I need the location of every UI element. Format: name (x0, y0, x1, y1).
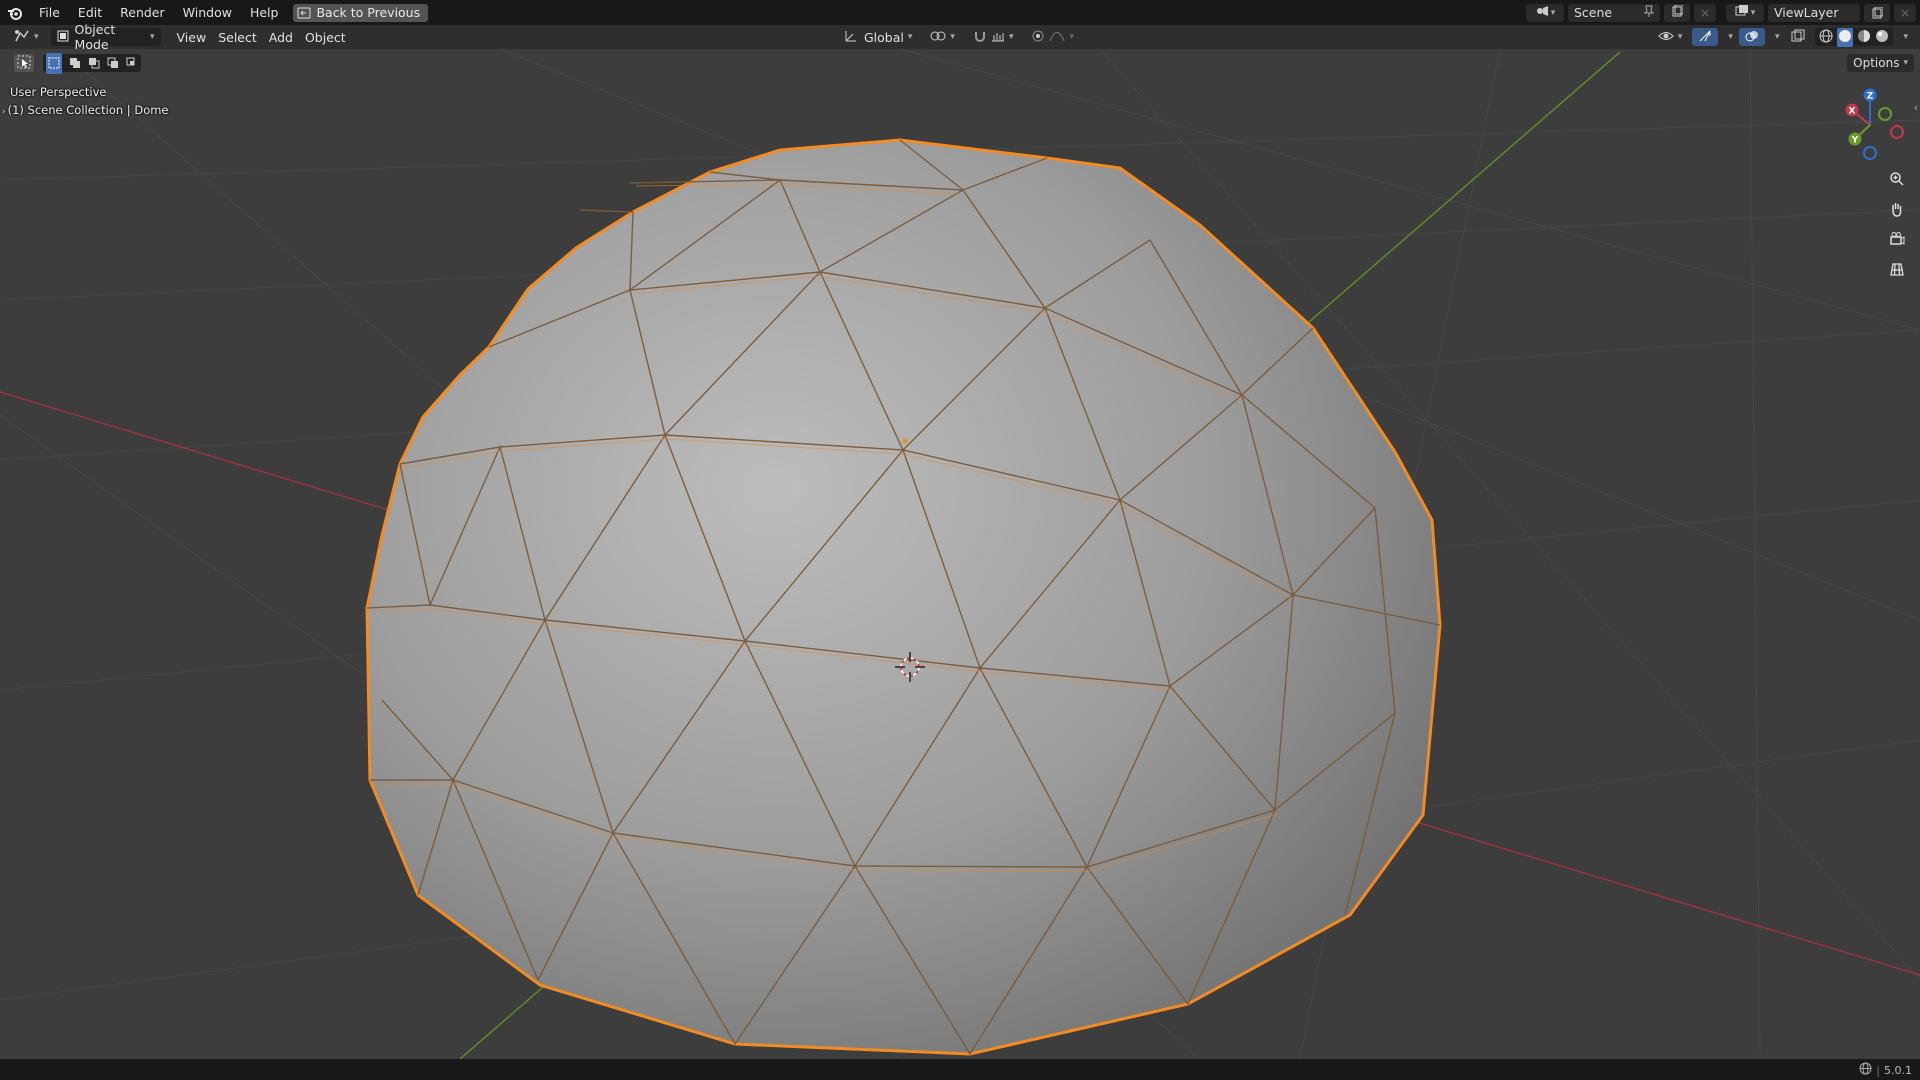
pan-button[interactable] (1885, 199, 1909, 223)
ortho-grid-icon (1889, 261, 1905, 281)
top-bar: File Edit Render Window Help Back to Pre… (0, 0, 1920, 25)
editor-type-button[interactable]: ▾ (8, 28, 45, 46)
snap-icon (973, 29, 987, 46)
shading-dropdown[interactable]: ▾ (1897, 28, 1910, 46)
back-to-previous-button[interactable]: Back to Previous (293, 3, 429, 22)
transform-orientation-icon (844, 29, 858, 46)
transform-orientation-dropdown[interactable]: Global ▾ (838, 28, 919, 46)
ortho-toggle-button[interactable] (1885, 259, 1909, 283)
3d-viewport[interactable]: User Perspective › (1) Scene Collection |… (0, 49, 1920, 1059)
new-scene-button[interactable] (1664, 3, 1690, 22)
view-layer-selector[interactable]: ▾ (1726, 3, 1764, 22)
xray-toggle[interactable] (1785, 28, 1811, 46)
gizmo-icon (1698, 29, 1712, 46)
menu-select[interactable]: Select (212, 28, 263, 46)
zoom-icon (1889, 171, 1905, 191)
solid-shading-icon[interactable] (1837, 27, 1854, 47)
proportional-edit-toggle[interactable]: ▾ (1025, 28, 1080, 46)
selection-mode-subtract-icon[interactable] (88, 54, 100, 73)
gizmo-x-label: X (1849, 107, 1856, 117)
tool-header (0, 49, 1920, 77)
delete-view-layer-button[interactable]: × (1894, 3, 1916, 22)
snap-toggle[interactable]: ▾ (967, 28, 1020, 46)
selectability-icon (1658, 29, 1674, 46)
gizmo-dropdown[interactable]: ▾ (1722, 28, 1735, 46)
menu-file[interactable]: File (30, 0, 69, 25)
overlay-toggle[interactable] (1738, 28, 1765, 46)
selection-mode-new-icon[interactable] (46, 52, 63, 74)
selection-mode-extend-icon[interactable] (69, 54, 81, 73)
shading-mode-group (1815, 27, 1894, 47)
view-layer-icon (1735, 5, 1749, 20)
new-scene-icon (1671, 4, 1684, 20)
gizmo-y-label: Y (1851, 136, 1859, 146)
menu-help[interactable]: Help (241, 0, 288, 25)
overlay-icon (1745, 29, 1759, 46)
new-view-layer-button[interactable] (1864, 3, 1890, 22)
xray-icon (1791, 29, 1805, 46)
rendered-shading-icon[interactable] (1875, 29, 1889, 46)
viewport-header: ▾ Object Mode ▾ View Select Add Object Gl… (0, 22, 1920, 52)
menu-add[interactable]: Add (263, 28, 299, 46)
gizmo-z-label: Z (1867, 92, 1874, 102)
tool-select-button[interactable] (14, 54, 34, 72)
menu-object[interactable]: Object (299, 28, 352, 46)
object-mode-label: Object Mode (74, 22, 116, 52)
scene-name-field[interactable]: Scene (1568, 3, 1660, 22)
view-layer-name-field[interactable]: ViewLayer (1768, 3, 1860, 22)
blender-logo-icon[interactable] (6, 4, 24, 22)
options-label: Options (1853, 56, 1900, 70)
expand-icon[interactable]: › (2, 107, 6, 117)
status-separator: | (1876, 1063, 1880, 1077)
active-collection-label: › (1) Scene Collection | Dome (2, 103, 169, 117)
selection-mode-intersect-icon[interactable] (126, 54, 138, 73)
snap-increment-icon (991, 30, 1005, 45)
camera-view-icon (1889, 231, 1905, 251)
globe-icon (1859, 1062, 1872, 1078)
material-shading-icon[interactable] (1857, 29, 1871, 46)
overlay-dropdown[interactable]: ▾ (1769, 28, 1782, 46)
proportional-edit-icon (1031, 29, 1045, 46)
wireframe-shading-icon[interactable] (1819, 29, 1833, 46)
pivot-icon (930, 29, 946, 46)
zoom-button[interactable] (1885, 169, 1909, 193)
gizmo-toggle[interactable] (1692, 28, 1719, 46)
collection-object-text: (1) Scene Collection | Dome (7, 103, 169, 117)
pin-icon[interactable] (1643, 5, 1655, 20)
back-button-label: Back to Previous (316, 5, 421, 20)
navigation-gizmo[interactable]: Z X Y (1830, 85, 1910, 165)
view-perspective-label: User Perspective (10, 85, 107, 99)
sidebar-toggle-icon[interactable]: ‹ (1914, 101, 1918, 114)
selectability-visibility-dropdown[interactable]: ▾ (1652, 28, 1689, 46)
viewport-canvas[interactable] (0, 49, 1920, 1059)
status-bar: | 5.0.1 (0, 1059, 1920, 1080)
camera-view-button[interactable] (1885, 229, 1909, 253)
scene-selector[interactable]: ▾ (1526, 3, 1564, 22)
selection-mode-invert-icon[interactable] (107, 54, 119, 73)
back-icon (297, 7, 311, 19)
version-label: 5.0.1 (1884, 1063, 1912, 1077)
menu-window[interactable]: Window (174, 0, 241, 25)
scene-name: Scene (1574, 5, 1613, 20)
pivot-point-dropdown[interactable]: ▾ (924, 28, 961, 46)
selection-mode-group (43, 52, 141, 74)
editor-type-icon (14, 29, 30, 46)
pan-icon (1889, 201, 1905, 221)
proportional-falloff-icon (1049, 30, 1065, 45)
scene-icon (1535, 5, 1549, 20)
options-dropdown[interactable]: Options ▾ (1847, 54, 1914, 72)
delete-scene-button[interactable]: × (1694, 3, 1716, 22)
select-box-icon (17, 54, 31, 73)
view-layer-name: ViewLayer (1774, 5, 1839, 20)
transform-orientation-label: Global (864, 29, 904, 45)
dome-mesh[interactable] (365, 138, 1442, 1056)
menu-view[interactable]: View (171, 28, 213, 46)
object-mode-dropdown[interactable]: Object Mode ▾ (50, 22, 161, 52)
object-mode-icon (57, 30, 69, 45)
